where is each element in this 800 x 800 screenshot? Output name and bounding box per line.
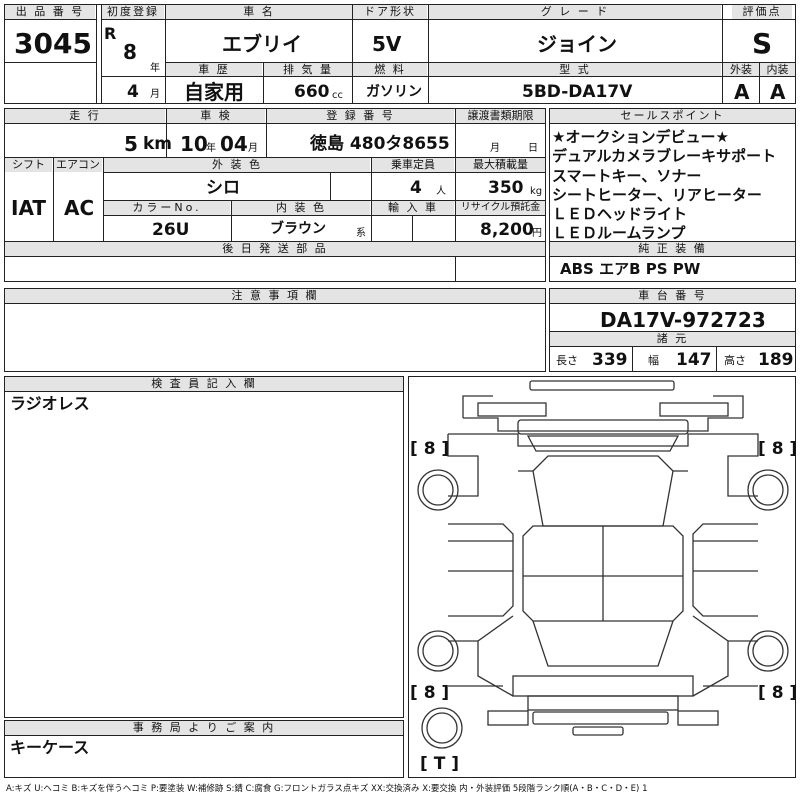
aircon-label: エアコン (54, 158, 102, 172)
office-notes: キーケース (10, 738, 90, 757)
displacement-unit: cc (332, 90, 343, 101)
transfer-month-unit: 月 (490, 143, 500, 154)
shift-label: シフト (5, 158, 52, 172)
equipment: ABS エアB PS PW (560, 260, 701, 278)
inspector-notes: ラジオレス (10, 394, 90, 413)
registration-number: 徳島 480タ8655 (310, 134, 450, 154)
door-label: ドア形状 (353, 5, 427, 19)
recycle-unit: 円 (532, 228, 542, 239)
recycle-fee: 8,200 (480, 220, 534, 240)
fuel-type: ガソリン (366, 84, 422, 100)
int-color-label: 内 装 色 (232, 201, 370, 215)
capacity-unit: 人 (436, 186, 446, 197)
first-reg-month: 4 (127, 82, 139, 102)
tire-front-left-rating: [ 8 ] (410, 439, 450, 459)
lot-number: 3045 (14, 27, 92, 60)
interior-grade-label: 内装 (760, 63, 795, 77)
selling-point: スマートキー、ソナー (552, 166, 702, 185)
transfer-label: 譲渡書類期限 (456, 109, 545, 123)
selling-point: ＬＥＤルームランプ (552, 224, 686, 243)
era-label: R (104, 24, 117, 43)
color-number: 26U (152, 220, 190, 240)
int-color: ブラウン (270, 221, 326, 237)
inspection-year: 10 (180, 132, 208, 156)
inspection-month: 04 (220, 132, 248, 156)
int-color-suffix: 系 (356, 228, 366, 239)
selling-point: ★オークションデビュー★ (552, 128, 729, 146)
score: S (752, 27, 773, 60)
color-no-label: カラーNo. (104, 201, 230, 215)
mileage-label: 走 行 (5, 109, 165, 123)
tire-rear-right-rating: [ 8 ] (758, 683, 798, 703)
ext-color: シロ (206, 178, 240, 198)
displacement: 660 (294, 82, 330, 102)
width-label: 幅 (648, 354, 659, 367)
inspection-year-unit: 年 (206, 143, 216, 154)
interior-grade: A (770, 80, 786, 104)
max-load: 350 (488, 178, 524, 198)
later-parts-label: 後 日 発 送 部 品 (5, 242, 545, 256)
capacity-label: 乗車定員 (372, 158, 454, 172)
import-label: 輸 入 車 (372, 201, 454, 215)
history-label: 車 歴 (166, 63, 262, 77)
chassis-label: 車 台 番 号 (550, 289, 795, 303)
selling-points-label: セールスポイント (550, 109, 795, 123)
tire-front-right-rating: [ 8 ] (758, 439, 798, 459)
office-label: 事 務 局 よ り ご 案 内 (5, 721, 403, 735)
car-name: エブリイ (222, 32, 302, 56)
month-unit: 月 (150, 89, 160, 100)
model-code: 5BD-DA17V (522, 82, 633, 102)
registration-label: 登 録 番 号 (267, 109, 454, 123)
score-label: 評価点 (732, 5, 792, 19)
inspection-month-unit: 月 (248, 143, 258, 154)
year-unit: 年 (150, 63, 160, 74)
legend-text: A:キズ U:ヘコミ B:キズを伴うヘコミ P:要塗装 W:補修跡 S:錆 C:… (6, 784, 648, 794)
mileage-unit: km (143, 134, 173, 154)
grade: ジョイン (537, 32, 617, 56)
door-type: 5V (372, 32, 402, 56)
car-name-label: 車 名 (166, 5, 352, 19)
max-load-unit: kg (530, 186, 543, 197)
exterior-grade-label: 外装 (723, 63, 759, 77)
fuel-label: 燃 料 (353, 63, 427, 77)
vehicle-history: 自家用 (184, 80, 244, 104)
selling-point: デュアルカメラブレーキサポート (552, 147, 777, 166)
shift: IAT (11, 196, 47, 220)
spare-tire-rating: [ T ] (420, 754, 459, 774)
selling-point: ＬＥＤヘッドライト (552, 205, 688, 223)
tire-rear-left-rating: [ 8 ] (410, 683, 450, 703)
selling-points-list: ★オークションデビュー★ デュアルカメラブレーキサポート スマートキー、ソナー … (552, 128, 777, 243)
displacement-label: 排 気 量 (264, 63, 352, 77)
recycle-label: リサイクル預託金 (456, 201, 545, 215)
chassis-number: DA17V-972723 (600, 308, 766, 332)
exterior-grade: A (734, 80, 750, 104)
capacity: 4 (410, 178, 422, 198)
notes-label: 注 意 事 項 欄 (5, 289, 545, 303)
inspector-label: 検 査 員 記 入 欄 (5, 377, 403, 391)
height-label: 高さ (724, 354, 746, 367)
model-label: 型 式 (429, 63, 721, 77)
mileage: 5 (124, 132, 138, 156)
width: 147 (676, 350, 712, 370)
inspection-label: 車 検 (167, 109, 265, 123)
ext-color-label: 外 装 色 (104, 158, 370, 172)
first-reg-year: 8 (123, 40, 137, 64)
first-reg-label: 初度登録 (102, 5, 164, 19)
aircon: AC (64, 196, 95, 220)
inspector-box (4, 376, 404, 718)
transfer-day-unit: 日 (528, 143, 538, 154)
equipment-label: 純 正 装 備 (550, 242, 795, 256)
length: 339 (592, 350, 628, 370)
grade-label: グ レ ー ド (429, 5, 721, 19)
dimensions-label: 諸 元 (550, 332, 795, 346)
height: 189 (758, 350, 794, 370)
length-label: 長さ (556, 354, 578, 367)
car-body-diagram (417, 380, 789, 749)
max-load-label: 最大積載量 (456, 158, 545, 172)
selling-point: シートヒーター、リアヒーター (552, 185, 762, 204)
lot-number-label: 出 品 番 号 (5, 5, 95, 19)
